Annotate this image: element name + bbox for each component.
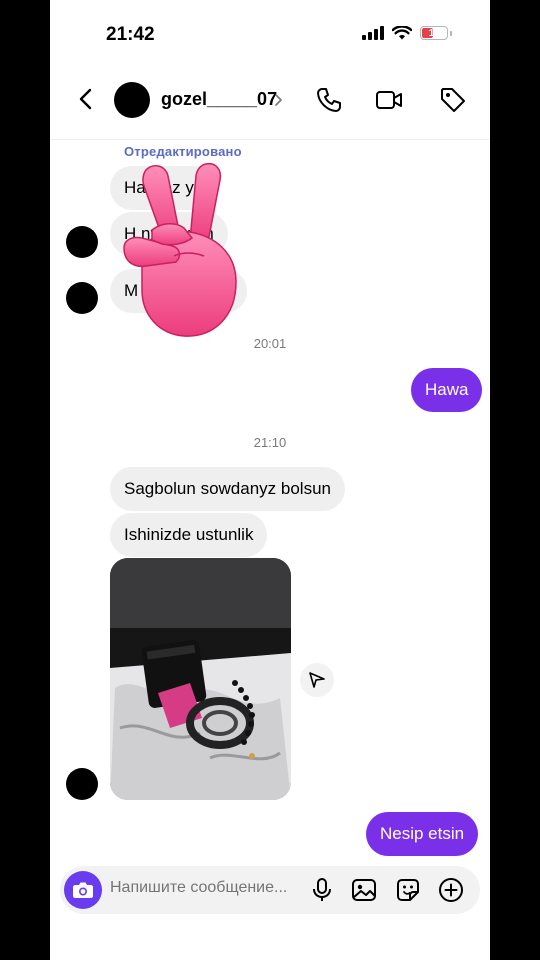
timestamp: 20:01 [253,336,287,351]
message-incoming[interactable]: Sagbolun sowdanyz bolsun [110,467,345,511]
message-input[interactable] [110,879,296,897]
cellular-signal-icon [362,26,384,40]
wifi-icon [392,26,412,40]
plus-icon[interactable] [437,876,465,904]
message-incoming[interactable]: Ishinizde ustunlik [110,513,268,557]
back-chevron-icon[interactable] [72,85,100,113]
image-icon[interactable] [350,876,378,904]
camera-button[interactable] [64,871,102,909]
status-time: 21:42 [106,24,155,45]
phone-icon[interactable] [314,85,344,115]
chat-screen: 21:42 11 gozel_____07 Отредактировано Ha… [50,0,490,960]
share-send-icon [309,672,325,688]
sender-avatar[interactable] [66,282,98,314]
sender-avatar[interactable] [66,226,98,258]
tag-icon[interactable] [438,85,468,115]
share-button[interactable] [300,663,334,697]
contact-avatar[interactable] [114,82,150,118]
battery-tip [450,30,452,36]
message-composer [60,866,480,914]
camera-icon [73,882,93,898]
chevron-right-icon[interactable] [273,91,285,109]
battery-level: 11 [428,27,440,39]
video-camera-icon[interactable] [374,85,404,115]
battery-indicator: 11 [420,26,448,40]
status-icons: 11 [362,26,452,40]
photo-message[interactable] [110,558,291,800]
header-divider [50,139,490,140]
chat-header: gozel_____07 [50,70,490,130]
contact-username[interactable]: gozel_____07 [161,89,277,110]
message-outgoing[interactable]: Nesip etsin [366,812,479,856]
microphone-icon[interactable] [308,876,336,904]
timestamp: 21:10 [253,435,287,450]
message-outgoing[interactable]: Hawa [411,368,483,412]
sticker-icon[interactable] [394,876,422,904]
product-photo [110,558,291,800]
peace-hand-sticker [123,162,237,337]
sender-avatar[interactable] [66,768,98,800]
